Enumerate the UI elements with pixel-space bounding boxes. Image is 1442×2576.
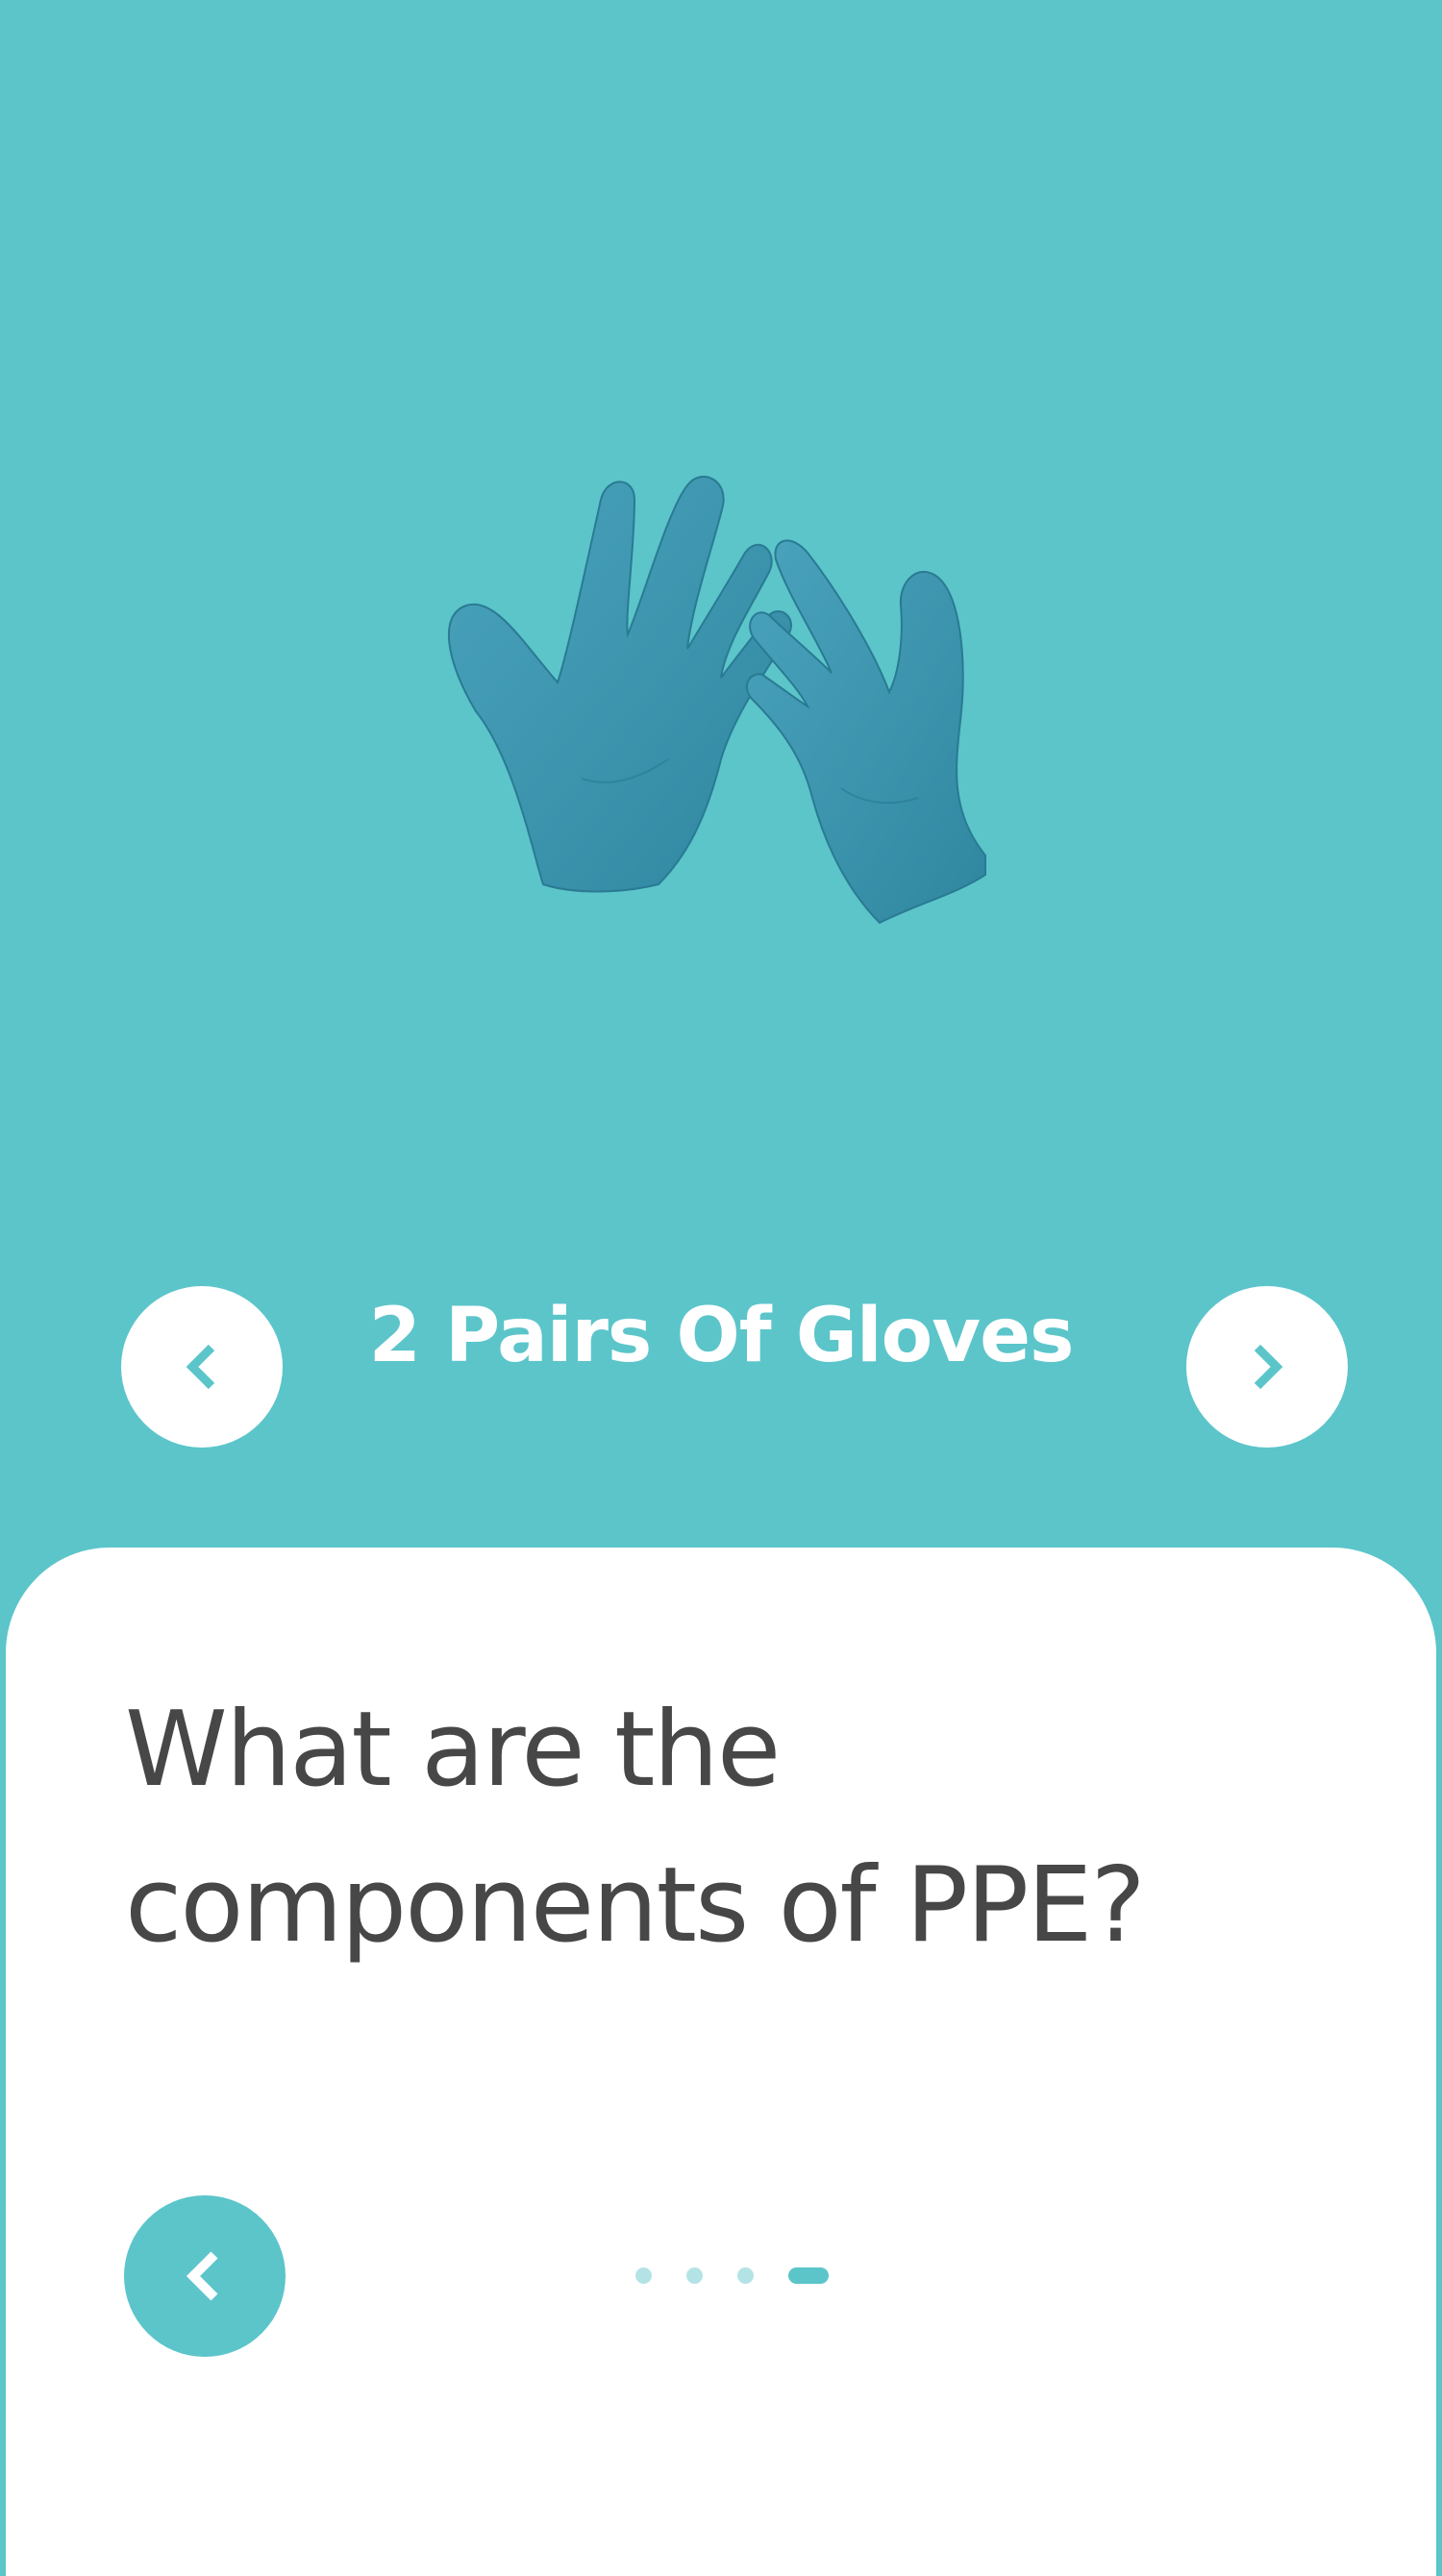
page-dot [686,2266,703,2284]
page-dot [635,2266,652,2284]
question-text: What are the components of PPE? [125,1690,1146,1966]
page-dot-active [788,2266,829,2284]
gloved-hands-icon [447,475,986,925]
screen: 2 Pairs Of Gloves What are the component… [0,0,1442,2576]
next-item-button[interactable] [1186,1286,1348,1448]
back-button[interactable] [124,2195,286,2357]
chevron-left-icon [186,2251,218,2301]
previous-item-button[interactable] [121,1286,283,1448]
chevron-left-icon [186,1344,215,1390]
item-title: 2 Pairs Of Gloves [368,1293,1075,1379]
question-card: What are the components of PPE? [4,1548,1438,2576]
hero-section: 2 Pairs Of Gloves [0,0,1442,1548]
page-indicator [635,2266,829,2285]
chevron-right-icon [1254,1344,1283,1390]
page-dot [737,2266,754,2284]
